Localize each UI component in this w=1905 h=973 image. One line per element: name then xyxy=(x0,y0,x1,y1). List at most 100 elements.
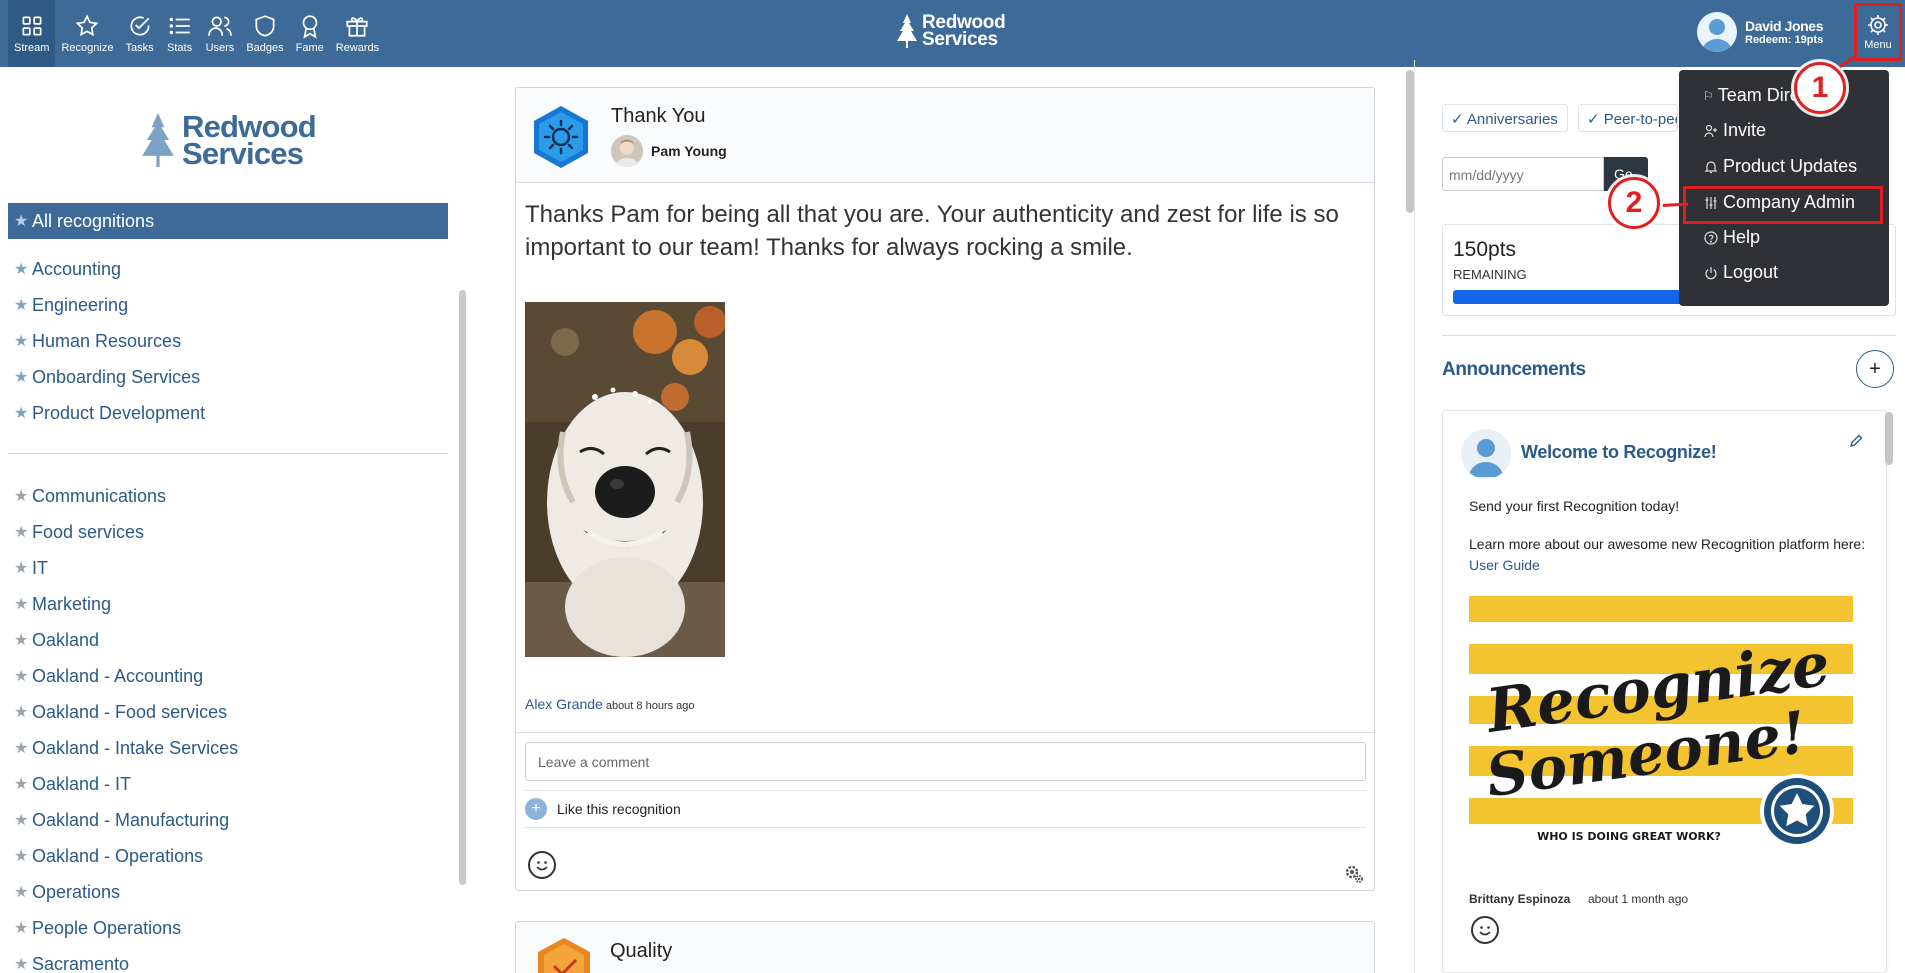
shield-icon xyxy=(255,15,275,37)
recognition-card: Thank You Pam Young Thanks Pam for being… xyxy=(515,87,1375,891)
gear-icon[interactable] xyxy=(1344,864,1364,884)
badge-title[interactable]: Quality xyxy=(610,940,672,963)
nav-fame-label: Fame xyxy=(295,42,324,54)
like-row[interactable]: + Like this recognition xyxy=(525,790,1366,828)
feed-scroll-track xyxy=(1414,60,1415,973)
nav-badges[interactable]: Badges xyxy=(240,0,289,67)
brand-logo[interactable]: Redwood Services xyxy=(896,13,1006,49)
recipient[interactable]: Pam Young xyxy=(611,135,727,167)
pencil-icon[interactable] xyxy=(1849,434,1863,448)
user-profile[interactable]: David Jones Redeem: 19pts xyxy=(1697,12,1823,52)
menu-item-logout[interactable]: Logout xyxy=(1703,262,1778,283)
star-icon[interactable]: ★ xyxy=(14,954,32,973)
star-icon[interactable]: ★ xyxy=(14,558,32,578)
nav-users-label: Users xyxy=(205,42,235,54)
sidebar-item-label: Human Resources xyxy=(32,330,182,351)
sidebar-item-oakland[interactable]: ★ Oakland xyxy=(8,622,448,658)
announcement-title[interactable]: Welcome to Recognize! xyxy=(1521,442,1717,463)
sidebar-item-human-resources[interactable]: ★ Human Resources xyxy=(8,323,448,359)
sidebar-item-food-services[interactable]: ★ Food services xyxy=(8,514,448,550)
nav-users[interactable]: Users xyxy=(200,0,241,67)
star-icon[interactable]: ★ xyxy=(14,810,32,830)
user-guide-link[interactable]: User Guide xyxy=(1469,557,1540,573)
comment-input[interactable]: Leave a comment xyxy=(525,742,1366,781)
star-icon[interactable]: ★ xyxy=(14,522,32,542)
star-icon[interactable]: ★ xyxy=(14,666,32,686)
sidebar-item-onboarding-services[interactable]: ★ Onboarding Services xyxy=(8,359,448,395)
sidebar-item-label: Oakland - Intake Services xyxy=(32,737,239,758)
menu-item-invite[interactable]: Invite xyxy=(1703,120,1766,141)
star-icon[interactable]: ★ xyxy=(14,594,32,614)
sidebar-item-engineering[interactable]: ★ Engineering xyxy=(8,287,448,323)
sidebar-item-product-development[interactable]: ★ Product Development xyxy=(8,395,448,431)
nav-stream[interactable]: Stream xyxy=(8,0,56,67)
sidebar-item-oakland-operations[interactable]: ★ Oakland - Operations xyxy=(8,838,448,874)
avatar xyxy=(1461,429,1511,479)
smiley-icon xyxy=(536,861,548,871)
sidebar-item-oakland-accounting[interactable]: ★ Oakland - Accounting xyxy=(8,658,448,694)
star-icon[interactable]: ★ xyxy=(14,486,32,506)
filter-anniversaries[interactable]: ✓ Anniversaries xyxy=(1442,104,1568,132)
sender-name[interactable]: Alex Grande xyxy=(525,696,603,712)
flag-icon: ⚐ xyxy=(1703,88,1714,103)
emoji-reaction-button[interactable] xyxy=(528,851,556,879)
sidebar-item-all-recognitions[interactable]: ★ All recognitions xyxy=(8,203,448,239)
nav-rewards[interactable]: Rewards xyxy=(330,0,385,67)
sidebar-item-label: IT xyxy=(32,557,48,578)
emoji-reaction-button[interactable] xyxy=(1471,916,1499,944)
star-icon[interactable]: ★ xyxy=(14,918,32,938)
recognition-image xyxy=(525,302,725,657)
sidebar-item-sacramento[interactable]: ★ Sacramento xyxy=(8,946,448,973)
post-timestamp: about 8 hours ago xyxy=(605,700,695,712)
star-icon[interactable]: ★ xyxy=(14,702,32,722)
nav-stats[interactable]: Stats xyxy=(160,0,200,67)
sidebar-item-operations[interactable]: ★ Operations xyxy=(8,874,448,910)
sidebar-item-label: Engineering xyxy=(32,294,129,315)
nav-recognize[interactable]: Recognize xyxy=(55,0,119,67)
sidebar-item-communications[interactable]: ★ Communications xyxy=(8,478,448,514)
feed-scrollbar[interactable] xyxy=(1406,70,1414,213)
sidebar-item-oakland-food-services[interactable]: ★ Oakland - Food services xyxy=(8,694,448,730)
star-icon[interactable]: ★ xyxy=(14,846,32,866)
menu-item-product-updates[interactable]: Product Updates xyxy=(1703,156,1857,177)
filter-peer-to-peer[interactable]: ✓ Peer-to-peer xyxy=(1578,104,1678,132)
sidebar-item-label: Accounting xyxy=(32,258,122,279)
grid-icon xyxy=(22,16,42,36)
add-announcement-button[interactable]: + xyxy=(1856,350,1894,388)
badge-title[interactable]: Thank You xyxy=(611,105,706,128)
star-icon[interactable]: ★ xyxy=(14,882,32,902)
star-icon[interactable]: ★ xyxy=(14,738,32,758)
divider xyxy=(1442,335,1896,336)
menu-item-label: Invite xyxy=(1723,120,1767,140)
team-list: ★ All recognitions ★ Accounting ★ Engineer… xyxy=(8,203,448,973)
announcements-scrollbar[interactable] xyxy=(1885,412,1893,465)
date-field[interactable]: mm/dd/yyyy xyxy=(1442,157,1604,191)
sidebar-item-oakland-intake-services[interactable]: ★ Oakland - Intake Services xyxy=(8,730,448,766)
callout-step-2: 2 xyxy=(1608,177,1660,229)
image-caption: WHO IS DOING GREAT WORK? xyxy=(1537,830,1721,843)
sidebar-item-label: Communications xyxy=(32,485,167,506)
thank-you-badge-icon xyxy=(534,106,588,168)
tree-icon xyxy=(142,113,174,167)
star-icon xyxy=(76,14,99,37)
nav-fame[interactable]: Fame xyxy=(290,0,330,67)
sidebar-item-label: Operations xyxy=(32,881,121,902)
sidebar-item-accounting[interactable]: ★ Accounting xyxy=(8,251,448,287)
sidebar-item-label: People Operations xyxy=(32,917,182,938)
sidebar-item-oakland-manufacturing[interactable]: ★ Oakland - Manufacturing xyxy=(8,802,448,838)
sidebar-brand-line-2: Services xyxy=(182,136,304,171)
sidebar-item-people-operations[interactable]: ★ People Operations xyxy=(8,910,448,946)
sidebar-item-it[interactable]: ★ IT xyxy=(8,550,448,586)
plus-icon[interactable]: + xyxy=(525,798,547,820)
star-icon[interactable]: ★ xyxy=(14,774,32,794)
sidebar-scrollbar[interactable] xyxy=(459,290,466,885)
menu-item-help[interactable]: Help xyxy=(1703,227,1760,248)
announcement-author: Brittany Espinoza xyxy=(1469,892,1571,906)
menu-button[interactable]: Menu xyxy=(1854,3,1902,61)
star-icon[interactable]: ★ xyxy=(14,630,32,650)
points-remaining-label: REMAINING xyxy=(1453,267,1527,282)
sidebar-item-marketing[interactable]: ★ Marketing xyxy=(8,586,448,622)
sidebar-item-label: Oakland xyxy=(32,629,100,650)
nav-tasks[interactable]: Tasks xyxy=(119,0,159,67)
sidebar-item-oakland-it[interactable]: ★ Oakland - IT xyxy=(8,766,448,802)
